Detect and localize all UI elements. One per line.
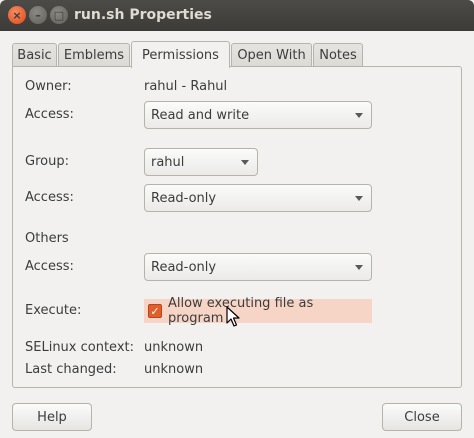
execute-label: Execute: <box>25 303 82 318</box>
last-changed-value: unknown <box>144 362 204 377</box>
execute-checkbox-row[interactable]: ✓ Allow executing file as program <box>144 296 372 326</box>
group-value: rahul <box>151 154 185 170</box>
group-access-label: Access: <box>25 190 74 205</box>
owner-access-label: Access: <box>25 107 74 122</box>
window-close-icon[interactable]: × <box>8 6 26 24</box>
tab-basic[interactable]: Basic <box>12 43 57 67</box>
window-minimize-icon[interactable]: – <box>29 6 47 24</box>
dropdown-arrow-icon <box>355 113 363 118</box>
last-changed-label: Last changed: <box>25 362 117 377</box>
dropdown-arrow-icon <box>241 160 249 165</box>
owner-value: rahul - Rahul <box>144 79 228 94</box>
window-title: run.sh Properties <box>74 7 212 23</box>
title-bar: × – □ run.sh Properties <box>0 0 474 31</box>
tab-notes[interactable]: Notes <box>313 43 363 67</box>
tab-emblems[interactable]: Emblems <box>58 43 130 67</box>
others-access-label: Access: <box>25 259 74 274</box>
group-access-value: Read-only <box>151 190 217 206</box>
owner-access-select[interactable]: Read and write <box>144 101 372 129</box>
others-label: Others <box>25 231 69 246</box>
others-access-select[interactable]: Read-only <box>144 253 372 281</box>
selinux-value: unknown <box>144 340 204 355</box>
close-button[interactable]: Close <box>382 403 462 431</box>
help-button[interactable]: Help <box>12 403 92 431</box>
selinux-label: SELinux context: <box>25 340 135 355</box>
others-access-value: Read-only <box>151 259 217 275</box>
execute-checkbox-label[interactable]: Allow executing file as program <box>168 296 372 326</box>
owner-access-value: Read and write <box>151 107 250 123</box>
tab-open-with[interactable]: Open With <box>231 43 312 67</box>
owner-label: Owner: <box>25 79 72 94</box>
group-label: Group: <box>25 154 69 169</box>
window-maximize-icon[interactable]: □ <box>50 6 68 24</box>
group-select[interactable]: rahul <box>144 148 258 176</box>
dropdown-arrow-icon <box>355 265 363 270</box>
dropdown-arrow-icon <box>355 196 363 201</box>
tab-permissions[interactable]: Permissions <box>131 41 230 68</box>
group-access-select[interactable]: Read-only <box>144 184 372 212</box>
execute-checkbox[interactable]: ✓ <box>148 304 162 318</box>
mouse-pointer-icon <box>226 306 240 327</box>
